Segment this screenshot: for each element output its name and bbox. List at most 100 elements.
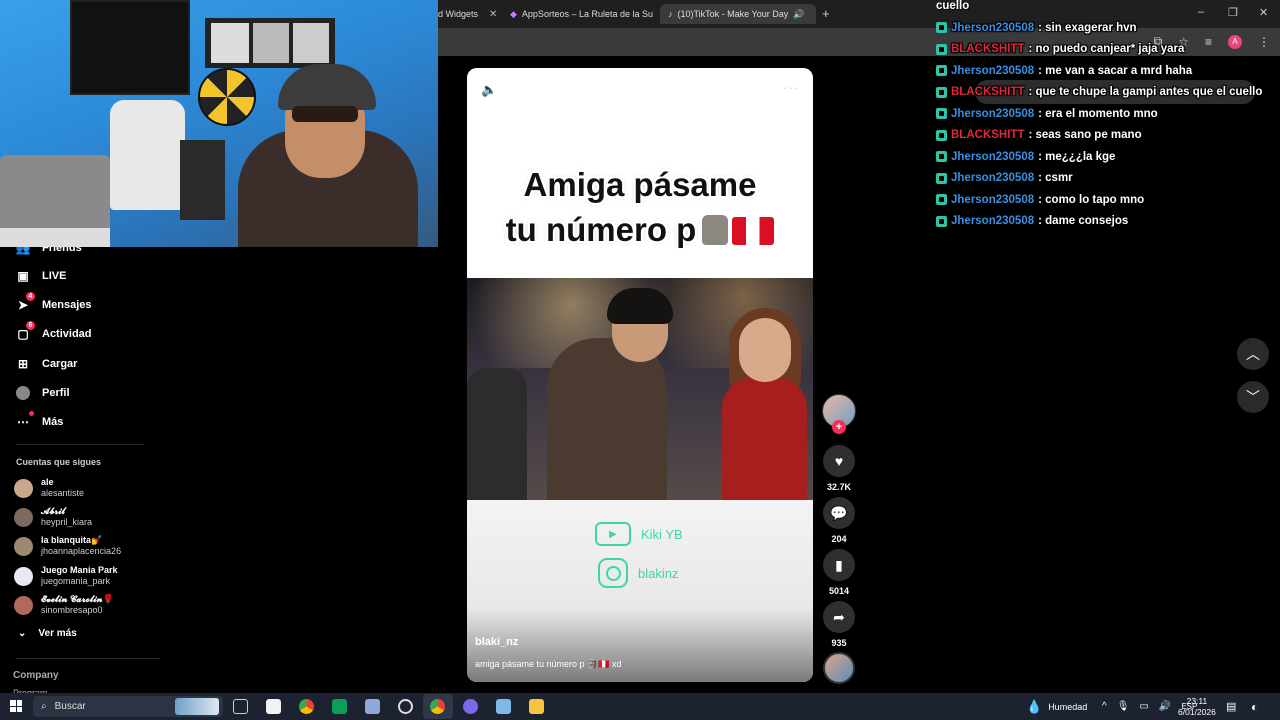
webcam-tv <box>70 0 190 95</box>
store-icon[interactable] <box>266 699 281 714</box>
account-name: Juego Mania Park <box>41 565 118 575</box>
obs-icon[interactable] <box>398 699 413 714</box>
following-account[interactable]: ale alesantiste <box>14 477 84 499</box>
moai-emoji-icon <box>702 215 729 245</box>
chat-username: BLACKSHITT <box>951 43 1025 56</box>
video-player[interactable]: 🔈 ··· Amiga pásame tu número p ▶ Kiki YB… <box>467 68 813 682</box>
folder-icon[interactable] <box>529 699 544 714</box>
clock[interactable]: 23:11 6/01/2026 <box>1178 696 1216 718</box>
discord-icon[interactable] <box>463 699 478 714</box>
chat-message: BLACKSHITT: seas sano pe mano <box>936 125 1276 147</box>
instagram-label: blakinz <box>638 565 679 581</box>
sidebar-item-upload[interactable]: ⊞ Cargar <box>16 357 78 371</box>
chat-text: : dame consejos <box>1038 215 1129 228</box>
new-tab-button[interactable]: + <box>822 6 830 21</box>
taskbar-search[interactable]: ⌕ Buscar <box>33 696 223 717</box>
sidebar-item-live[interactable]: ▣ LIVE <box>16 269 66 283</box>
webcam-poster <box>205 18 335 68</box>
sidebar-item-label: Más <box>42 416 64 428</box>
tab-widgets[interactable]: d Widgets ✕ <box>430 4 500 24</box>
account-handle: sinombresapo0 <box>41 605 103 615</box>
chat-message: Jherson230508: sin exagerar hvn <box>936 17 1276 39</box>
sidebar-item-messages[interactable]: ➤ 4 Mensajes <box>16 292 92 312</box>
messages-icon: ➤ 4 <box>16 292 35 312</box>
chat-partial-line: cuello <box>936 0 970 12</box>
youtube-icon: ▶ <box>595 522 631 546</box>
microphone-icon[interactable]: 🎙 <box>1117 701 1130 712</box>
notification-center-icon[interactable]: ▤ <box>1226 693 1236 720</box>
sidebar-item-activity[interactable]: ▢ 6 Actividad <box>16 321 92 341</box>
chat-text: : me van a sacar a mrd haha <box>1038 64 1193 77</box>
account-handle: juegomania_park <box>41 576 111 586</box>
chat-text: : que te chupe la gampi antes que el cue… <box>1028 86 1263 99</box>
following-account[interactable]: Juego Mania Park juegomania_park <box>14 565 118 587</box>
chat-text: : como lo tapo mno <box>1038 193 1145 206</box>
like-button[interactable]: ♥ <box>823 445 855 477</box>
chat-message: Jherson230508: dame consejos <box>936 211 1276 233</box>
next-video-button[interactable]: ﹀ <box>1237 381 1269 413</box>
chevron-up-icon[interactable]: ^ <box>1102 701 1107 712</box>
volume-icon[interactable]: 🔈 <box>481 82 497 98</box>
close-icon[interactable]: ✕ <box>489 9 497 20</box>
chat-username: Jherson230508 <box>951 172 1035 185</box>
tab-appsorteos[interactable]: ◆ AppSorteos – La Ruleta de la Su ✕ <box>502 4 657 24</box>
company-link[interactable]: Company <box>13 670 59 681</box>
search-highlight-art <box>175 698 219 715</box>
sidebar-item-profile[interactable]: Perfil <box>16 386 70 400</box>
chat-username: Jherson230508 <box>951 215 1035 228</box>
app-icon[interactable] <box>365 699 380 714</box>
webcam-person-glasses <box>292 106 358 122</box>
account-handle: heypril_kiara <box>41 517 93 527</box>
following-account[interactable]: 𝓐𝓫𝓻𝓲𝓵 heypril_kiara <box>14 506 92 528</box>
following-account[interactable]: 𝓔𝓿𝓮𝓵𝓲𝓷 𝓒𝓪𝓻𝓸𝓵𝓲𝓷🌹 sinombresapo0 <box>14 594 114 616</box>
chevron-down-icon: ﹀ <box>1246 389 1260 405</box>
live-icon: ▣ <box>17 269 29 283</box>
close-icon[interactable]: ✕ <box>815 9 816 20</box>
messages-badge: 4 <box>26 292 35 301</box>
video-author[interactable]: blaki_nz <box>475 636 518 648</box>
chat-badge-icon <box>936 65 947 77</box>
share-count: 935 <box>831 638 847 648</box>
see-more-button[interactable]: ⌄ Ver más <box>18 628 77 639</box>
chat-text: : seas sano pe mano <box>1028 129 1142 142</box>
chat-text: : sin exagerar hvn <box>1038 21 1137 34</box>
following-account[interactable]: la blanquita💅 jhoannaplacencia26 <box>14 535 121 557</box>
follow-button[interactable]: + <box>832 420 846 434</box>
tab-tiktok[interactable]: ♪ (10)TikTok - Make Your Day 🔊 ✕ <box>660 4 816 24</box>
network-icon[interactable]: ▭ <box>1139 701 1148 712</box>
chrome-icon[interactable] <box>299 699 314 714</box>
more-options-icon[interactable]: ··· <box>783 80 799 95</box>
music-disc-avatar[interactable] <box>823 652 855 684</box>
sidebar-item-label: Actividad <box>42 328 92 340</box>
video-scene <box>467 278 813 500</box>
account-handle: jhoannaplacencia26 <box>41 546 122 556</box>
search-icon: ⌕ <box>41 701 47 712</box>
audio-icon[interactable]: 🔊 <box>793 9 804 20</box>
chat-badge-icon <box>936 215 947 227</box>
chat-text: : me¿¿¿la kge <box>1038 150 1116 163</box>
notification-dot <box>29 411 34 416</box>
avatar <box>14 566 33 586</box>
profile-avatar <box>16 386 30 400</box>
save-button[interactable]: ▮ <box>823 549 855 581</box>
share-button[interactable]: ➦ <box>823 601 855 633</box>
webcam-prize-wheel <box>198 68 256 126</box>
like-count: 32.7K <box>826 482 852 492</box>
volume-icon[interactable]: 🔊 <box>1159 701 1171 712</box>
chat-message: Jherson230508: csmr <box>936 168 1276 190</box>
heart-icon: ♥ <box>834 453 844 469</box>
copilot-icon[interactable]: ◐ <box>1251 693 1258 720</box>
windows-taskbar: ⌕ Buscar 💧 Humedad ^ 🎙 ▭ 🔊 ESP 23:11 6/0… <box>0 693 1280 720</box>
sidebar-item-label: LIVE <box>42 270 67 282</box>
sheets-icon[interactable] <box>332 699 347 714</box>
previous-video-button[interactable]: ︿ <box>1237 338 1269 370</box>
notepad-icon[interactable] <box>496 699 511 714</box>
weather-widget[interactable]: 💧 Humedad <box>1026 693 1087 720</box>
sidebar-item-more[interactable]: ⋯ Más <box>16 411 64 429</box>
chrome-profile-icon[interactable] <box>430 699 445 714</box>
comment-button[interactable]: 💬 <box>823 497 855 529</box>
windows-start-icon[interactable] <box>10 700 22 712</box>
upload-icon: ⊞ <box>17 357 29 371</box>
task-view-icon[interactable] <box>233 699 248 714</box>
caption-line-1: Amiga pásame <box>523 166 757 203</box>
